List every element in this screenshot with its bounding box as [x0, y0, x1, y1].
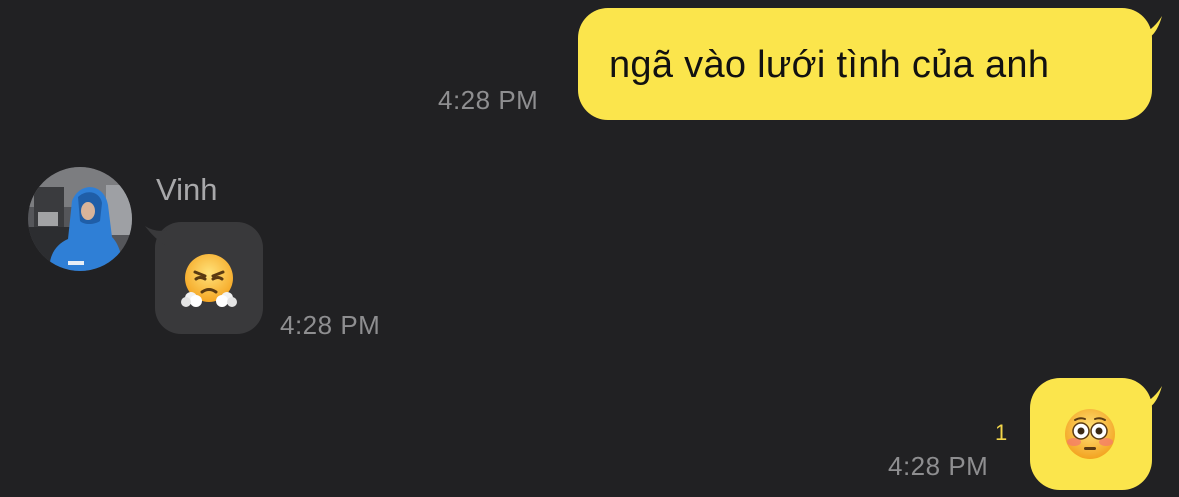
bubble-tail: [1136, 386, 1162, 408]
flushed-face-icon: [1065, 409, 1115, 459]
outgoing-message-bubble[interactable]: [1030, 378, 1162, 490]
sender-name: Vinh: [156, 172, 218, 207]
chat-conversation: 4:28 PM ngã vào lưới tình của anh Vinh 4…: [0, 0, 1179, 497]
incoming-message-bubble[interactable]: [145, 222, 263, 334]
avatar-photo: [28, 167, 132, 271]
message-timestamp: 4:28 PM: [438, 85, 539, 115]
message-timestamp: 4:28 PM: [888, 451, 989, 481]
avatar[interactable]: [28, 167, 132, 271]
bubble-tail: [145, 226, 167, 246]
unread-count-badge: 1: [995, 420, 1008, 445]
message-text: ngã vào lưới tình của anh: [609, 44, 1050, 86]
bubble-tail: [1136, 16, 1162, 38]
outgoing-message-bubble[interactable]: ngã vào lưới tình của anh: [578, 8, 1162, 120]
message-timestamp: 4:28 PM: [280, 310, 381, 340]
face-with-steam-from-nose-icon: [181, 254, 237, 307]
